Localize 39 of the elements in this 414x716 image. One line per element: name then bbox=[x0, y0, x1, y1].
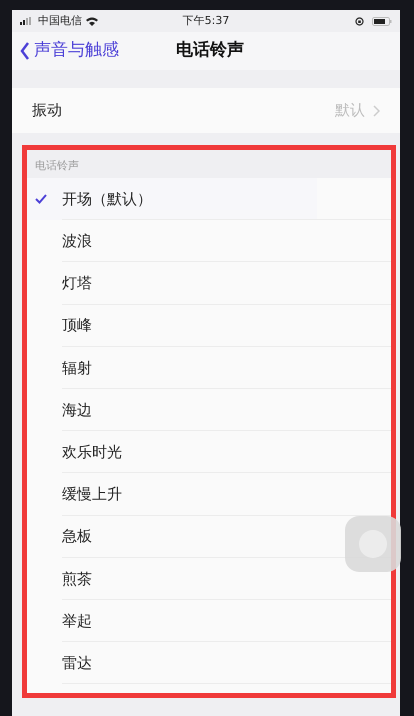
ringtone-label: 雷达 bbox=[62, 652, 92, 674]
assistive-touch-button[interactable] bbox=[345, 516, 401, 572]
ringtone-label: 煎茶 bbox=[62, 568, 92, 590]
ringtone-item[interactable]: 煎茶 bbox=[27, 558, 317, 600]
ringtone-label: 开场（默认） bbox=[62, 188, 152, 210]
signal-icon bbox=[20, 17, 34, 25]
section-header: 电话铃声 bbox=[35, 158, 79, 174]
ringtone-label: 顶峰 bbox=[62, 315, 92, 336]
checkmark-icon bbox=[35, 194, 47, 204]
ringtone-label: 波浪 bbox=[62, 231, 92, 252]
ringtone-item[interactable]: 缓慢上升 bbox=[27, 473, 317, 516]
back-button[interactable]: 声音与触感 bbox=[20, 38, 119, 64]
back-chevron-icon bbox=[20, 42, 30, 60]
ringtone-label: 急板 bbox=[62, 526, 92, 548]
ringtone-item[interactable]: 海边 bbox=[27, 388, 317, 432]
status-time: 下午5:37 bbox=[182, 12, 230, 29]
ringtone-item[interactable]: 辐射 bbox=[27, 346, 317, 389]
ringtone-item[interactable]: 急板 bbox=[27, 516, 317, 558]
ringtone-item[interactable]: 欢乐时光 bbox=[27, 431, 317, 474]
ringtone-label: 海边 bbox=[62, 400, 92, 421]
ringtone-item[interactable]: 灯塔 bbox=[27, 262, 317, 305]
rotation-lock-icon bbox=[355, 16, 364, 26]
ringtone-label: 举起 bbox=[62, 610, 92, 632]
ringtone-item[interactable]: 顶峰 bbox=[27, 304, 317, 347]
ringtone-label: 灯塔 bbox=[62, 273, 92, 294]
ringtone-label: 欢乐时光 bbox=[62, 442, 122, 463]
carrier-name: 中国电信 bbox=[38, 12, 82, 29]
ringtone-item[interactable]: 波浪 bbox=[27, 220, 317, 262]
battery-icon bbox=[372, 16, 392, 26]
ringtone-item[interactable]: 举起 bbox=[27, 600, 317, 642]
chevron-icon bbox=[373, 104, 380, 116]
ringtone-label: 缓慢上升 bbox=[62, 484, 122, 506]
page-title: 电话铃声 bbox=[176, 39, 244, 62]
ringtone-label: 辐射 bbox=[62, 358, 92, 379]
wifi-icon bbox=[86, 16, 98, 26]
vibration-label: 振动 bbox=[32, 100, 63, 122]
ringtone-item[interactable]: 雷达 bbox=[27, 642, 317, 684]
vibration-row[interactable]: 振动 默认 bbox=[12, 88, 400, 133]
vibration-value: 默认 bbox=[335, 100, 365, 122]
